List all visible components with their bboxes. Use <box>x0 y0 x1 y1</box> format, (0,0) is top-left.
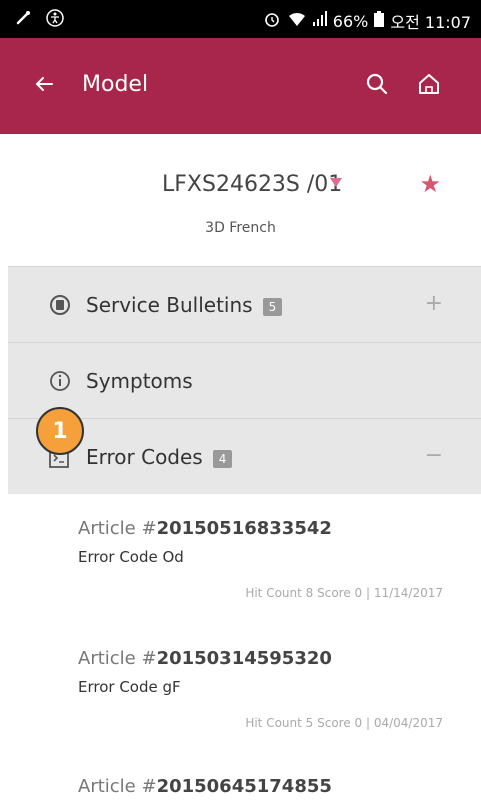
article-number: 20150314595320 <box>156 648 332 669</box>
section-label: Service Bulletins <box>86 293 253 317</box>
article-prefix: Article # <box>78 648 157 669</box>
model-subtitle: 3D French <box>205 220 276 236</box>
step-marker: 1 <box>36 407 84 455</box>
section-label: Error Codes <box>86 445 203 469</box>
section-symptoms[interactable]: Symptoms <box>8 342 481 419</box>
battery-text: 66% <box>332 11 369 31</box>
article-number: 20150645174855 <box>156 776 332 797</box>
chevron-down-icon[interactable] <box>330 178 342 187</box>
article-item[interactable]: Article #20150516833542 Error Code Od Hi… <box>8 494 481 625</box>
link-icon <box>14 9 32 31</box>
battery-icon <box>374 11 385 31</box>
count-badge: 4 <box>212 449 233 468</box>
article-prefix: Article # <box>78 518 157 539</box>
article-number: 20150516833542 <box>156 518 332 539</box>
info-icon <box>48 369 72 397</box>
section-service-bulletins[interactable]: Service Bulletins 5 + <box>8 266 481 343</box>
article-meta: Hit Count 5 Score 0 | 04/04/2017 <box>245 716 443 730</box>
article-meta: Hit Count 8 Score 0 | 11/14/2017 <box>245 586 443 600</box>
time-text: 오전 11:07 <box>390 13 471 32</box>
article-prefix: Article # <box>78 776 157 797</box>
article-title: Error Code gF <box>78 678 181 696</box>
arrow-left-icon <box>35 77 53 91</box>
section-label: Symptoms <box>86 369 193 393</box>
accessibility-icon <box>46 9 64 31</box>
favorite-star-icon[interactable]: ★ <box>419 170 441 198</box>
home-button[interactable] <box>417 72 441 100</box>
app-bar: Model <box>0 38 481 134</box>
article-title: Error Code Od <box>78 548 184 566</box>
expand-toggle-icon[interactable]: + <box>425 291 443 316</box>
model-number: LFXS24623S /01 <box>162 172 343 197</box>
home-icon <box>419 74 439 94</box>
collapse-toggle-icon[interactable]: − <box>425 443 443 468</box>
alarm-icon <box>263 10 281 32</box>
count-badge: 5 <box>262 297 283 316</box>
page-title: Model <box>82 72 149 97</box>
bulletin-icon <box>48 293 72 321</box>
article-item[interactable]: Article #20150314595320 Error Code gF Hi… <box>8 624 481 755</box>
signal-icon <box>312 11 327 31</box>
status-bar: 66% 오전 11:07 <box>0 0 481 38</box>
back-button[interactable] <box>34 74 54 100</box>
wifi-icon <box>287 10 307 32</box>
search-icon <box>366 73 388 95</box>
article-item[interactable]: Article #20150645174855 <box>8 754 481 808</box>
search-button[interactable] <box>365 72 389 100</box>
